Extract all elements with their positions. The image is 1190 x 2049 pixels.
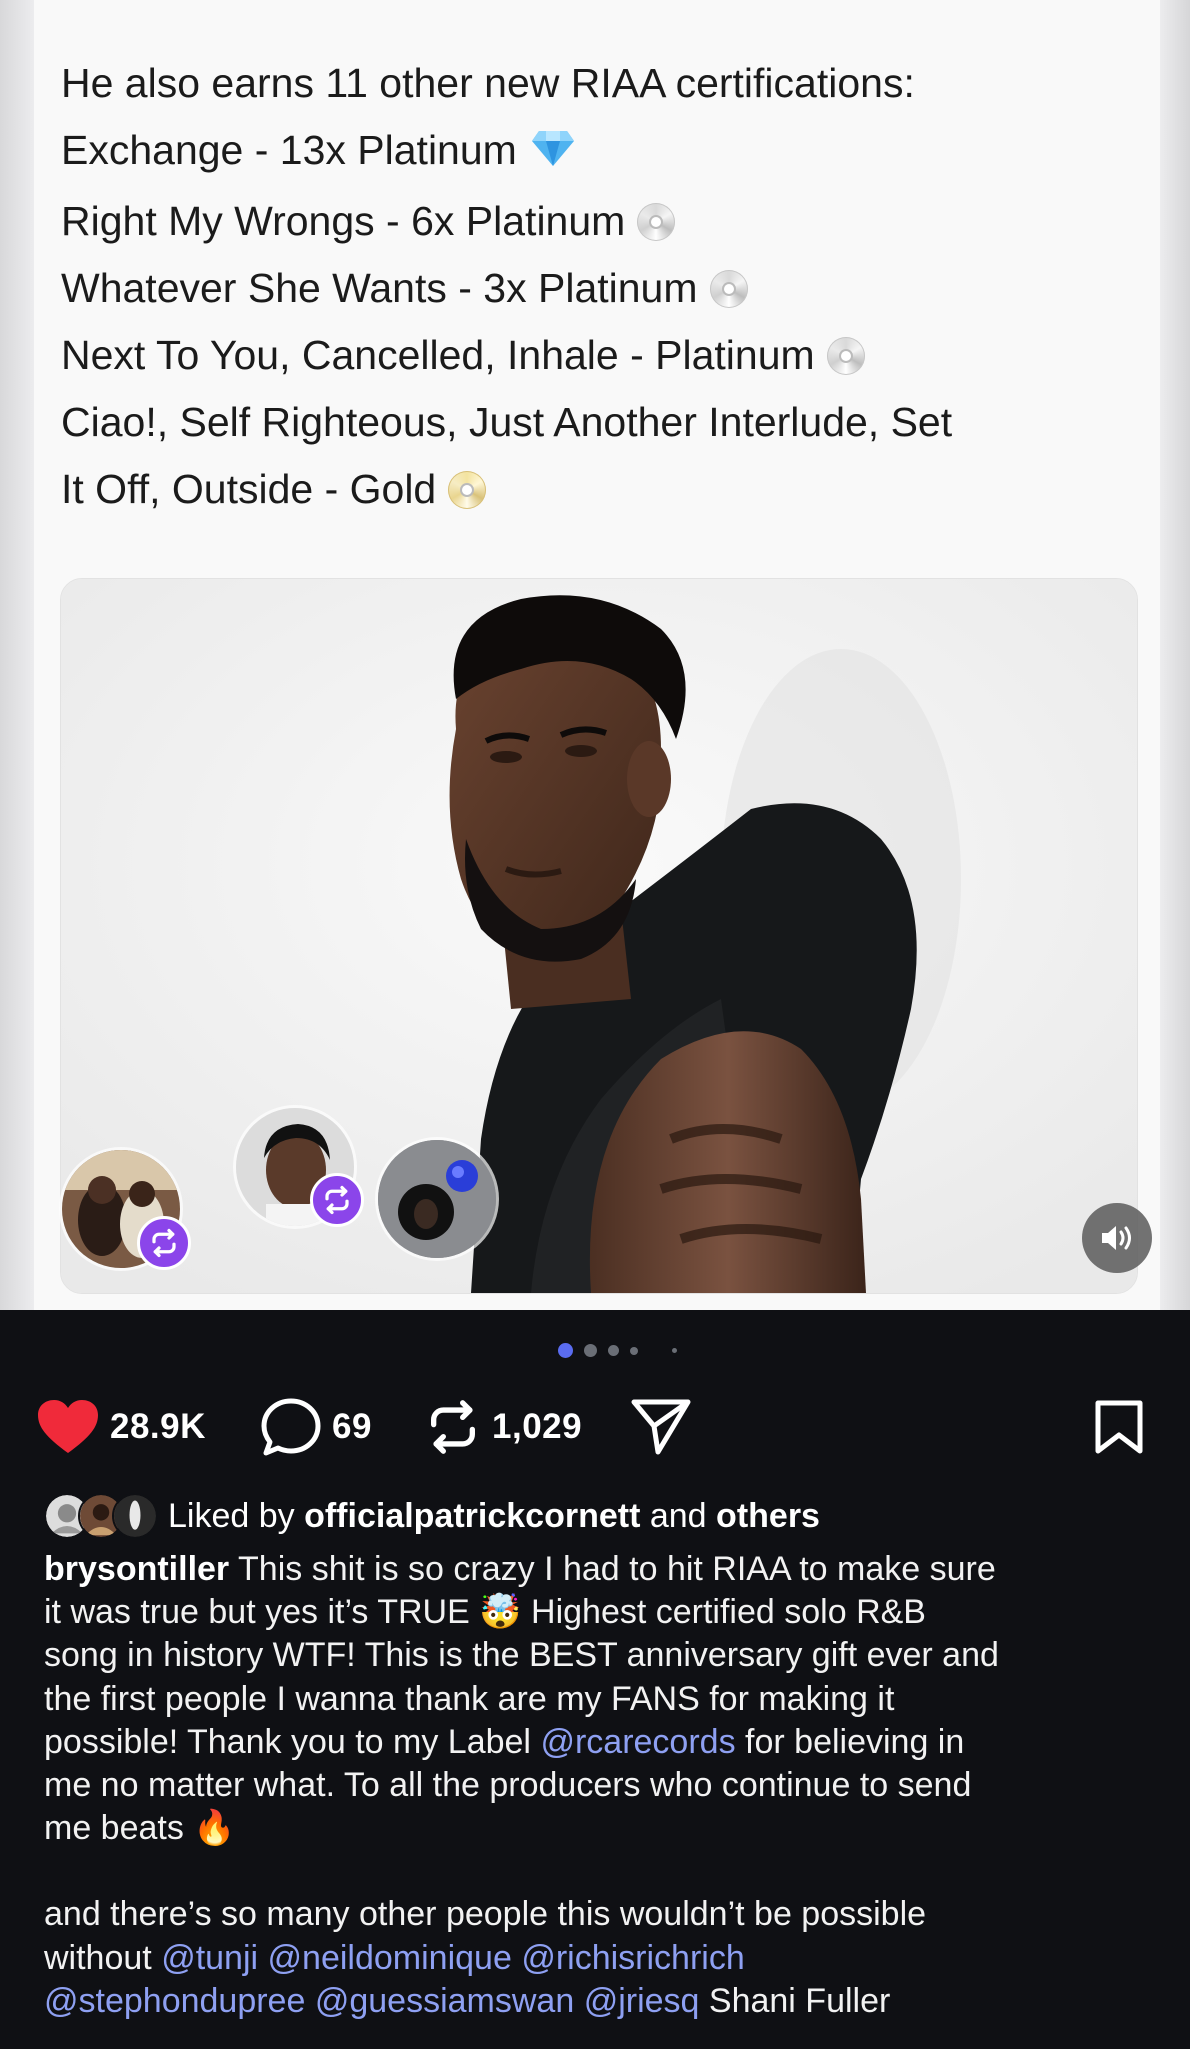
cert-line: Whatever She Wants - 3x Platinum — [61, 255, 1121, 322]
platinum-disc-icon — [826, 337, 865, 375]
save-button[interactable] — [1094, 1392, 1144, 1462]
mention-link[interactable]: @neildominique — [268, 1939, 512, 1977]
diamond-icon — [531, 121, 575, 188]
repost-badge-icon — [310, 1173, 364, 1227]
mention-link[interactable]: @jriesq — [584, 1982, 700, 2020]
mention-link[interactable]: @guessiamswan — [315, 1982, 574, 2020]
cert-line-heading: He also earns 11 other new RIAA certific… — [61, 60, 915, 106]
repost-button[interactable]: 1,029 — [424, 1392, 582, 1462]
comment-button[interactable]: 69 — [260, 1392, 372, 1462]
certifications-text: He also earns 11 other new RIAA certific… — [61, 50, 1121, 523]
like-button[interactable]: 28.9K — [36, 1392, 206, 1462]
gold-disc-icon — [448, 471, 487, 509]
liker-avatar — [112, 1493, 158, 1539]
prev-slide-edge — [0, 0, 34, 1310]
comment-icon — [261, 1398, 321, 1456]
repost-avatar-3[interactable] — [378, 1140, 496, 1258]
share-button[interactable] — [630, 1392, 692, 1462]
fire-emoji: 🔥 — [193, 1809, 236, 1848]
carousel-dot — [608, 1345, 619, 1356]
cert-line: Right My Wrongs - 6x Platinum — [61, 188, 1121, 255]
carousel-dot — [584, 1344, 597, 1357]
cert-line: Next To You, Cancelled, Inhale - Platinu… — [61, 322, 1121, 389]
carousel-dot — [672, 1348, 677, 1353]
artist-photo — [60, 578, 1138, 1294]
mind-blown-emoji: 🤯 — [479, 1593, 522, 1632]
sound-toggle-button[interactable] — [1082, 1203, 1152, 1273]
mention-link[interactable]: @tunji — [161, 1939, 258, 1977]
send-icon — [631, 1399, 691, 1455]
liked-by-row[interactable]: Liked by officialpatrickcornett and othe… — [44, 1493, 820, 1539]
post-caption: brysontiller This shit is so crazy I had… — [44, 1550, 999, 2020]
heart-icon — [38, 1400, 98, 1453]
carousel-dot — [630, 1347, 638, 1355]
cert-line: Ciao!, Self Righteous, Just Another Inte… — [61, 399, 953, 445]
liked-by-user-link[interactable]: officialpatrickcornett — [304, 1497, 640, 1535]
platinum-disc-icon — [709, 270, 748, 308]
mention-link[interactable]: @stephondupree — [44, 1982, 305, 2020]
mention-link[interactable]: @richisrichrich — [521, 1939, 744, 1977]
carousel-dot-active — [558, 1343, 573, 1358]
post-media[interactable]: He also earns 11 other new RIAA certific… — [0, 0, 1190, 1310]
like-count: 28.9K — [110, 1407, 206, 1446]
bookmark-icon — [1095, 1400, 1143, 1454]
repost-icon — [431, 1400, 475, 1454]
mention-link[interactable]: @rcarecords — [540, 1723, 735, 1761]
action-bar: 28.9K 69 1,029 — [36, 1392, 1156, 1462]
platinum-disc-icon — [637, 203, 676, 241]
speaker-icon — [1102, 1226, 1131, 1250]
comment-count: 69 — [332, 1407, 372, 1446]
liked-by-others-link[interactable]: others — [716, 1497, 820, 1535]
cert-line: It Off, Outside - Gold — [61, 456, 1121, 523]
repost-badge-icon — [137, 1216, 191, 1270]
repost-count: 1,029 — [492, 1407, 583, 1446]
next-slide-edge — [1160, 0, 1190, 1310]
cert-line: Exchange - 13x Platinum — [61, 117, 1121, 188]
caption-username[interactable]: brysontiller — [44, 1550, 229, 1588]
